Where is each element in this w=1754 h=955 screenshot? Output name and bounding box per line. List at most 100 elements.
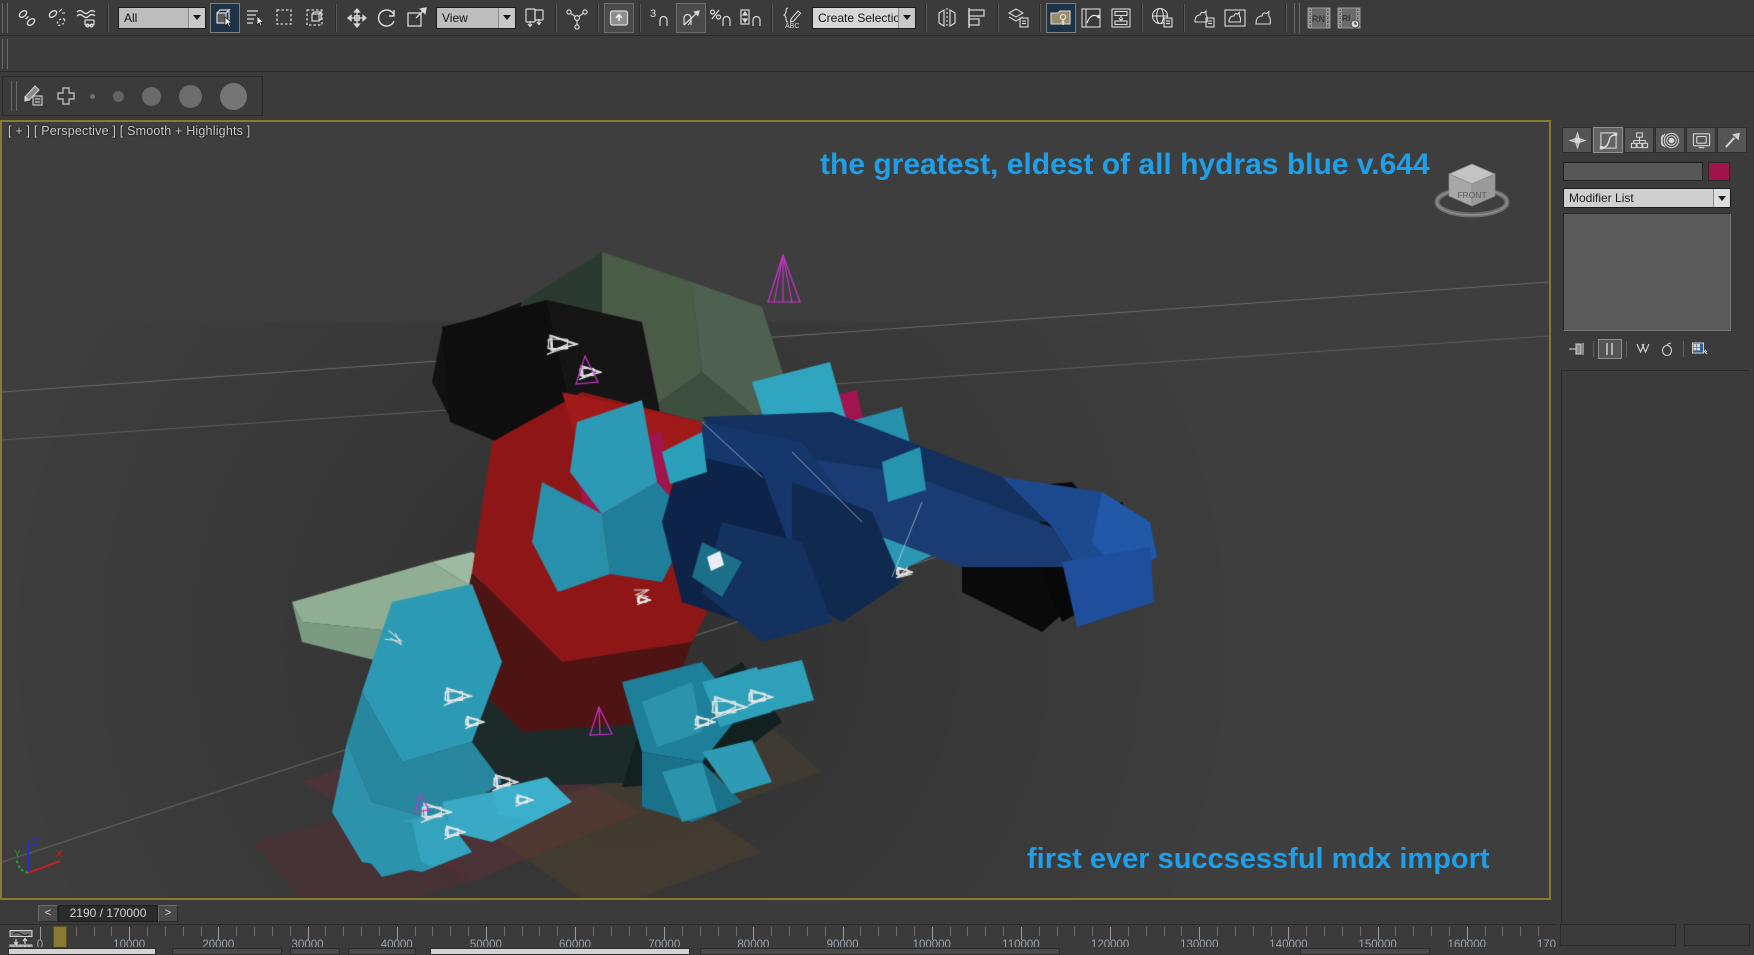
tab-hierarchy[interactable] bbox=[1624, 127, 1654, 153]
tab-create[interactable] bbox=[1562, 127, 1592, 153]
select-and-manipulate-icon[interactable] bbox=[562, 3, 592, 33]
chevron-down-icon[interactable] bbox=[188, 7, 205, 28]
snaps-toggle-3d-icon[interactable]: 3 bbox=[646, 3, 676, 33]
timeline-tick bbox=[1520, 927, 1522, 936]
brush-size-3[interactable] bbox=[142, 86, 161, 106]
remove-modifier-button[interactable] bbox=[1655, 339, 1679, 359]
toolbar-grip[interactable] bbox=[2, 2, 8, 33]
chevron-down-icon[interactable] bbox=[1713, 189, 1730, 207]
main-toolbar: All View 3 ABC Create Selection Se RN RI bbox=[0, 0, 1754, 36]
object-name-field[interactable] bbox=[1563, 162, 1703, 181]
timeline-tick bbox=[1431, 927, 1433, 936]
select-and-move-icon[interactable] bbox=[342, 3, 372, 33]
timeline-tick bbox=[1020, 927, 1022, 940]
viewcube[interactable]: FRONT bbox=[1427, 144, 1517, 229]
timeline-tick bbox=[735, 927, 737, 936]
mirror-icon[interactable] bbox=[932, 3, 962, 33]
command-panel-footer-right[interactable] bbox=[1684, 924, 1750, 946]
select-and-rotate-icon[interactable] bbox=[372, 3, 402, 33]
quick-render-icon[interactable] bbox=[1250, 3, 1280, 33]
viewport-label[interactable]: [ + ] [ Perspective ] [ Smooth + Highlig… bbox=[8, 124, 250, 138]
status-coordinate-z[interactable] bbox=[348, 948, 416, 955]
make-unique-button[interactable] bbox=[1631, 339, 1655, 359]
timeline-tick bbox=[1395, 927, 1397, 936]
timeline-tick bbox=[396, 927, 398, 940]
timeline-tick bbox=[806, 927, 808, 936]
animation-controls[interactable] bbox=[700, 948, 1060, 955]
timeline-tick bbox=[200, 927, 202, 936]
use-pivot-point-center-icon[interactable] bbox=[520, 3, 550, 33]
material-editor-icon[interactable] bbox=[1046, 2, 1076, 33]
curve-editor-icon[interactable] bbox=[1076, 3, 1106, 33]
tab-motion[interactable] bbox=[1655, 127, 1685, 153]
align-icon[interactable] bbox=[962, 3, 992, 33]
timeline-tick bbox=[485, 927, 487, 940]
current-frame-field[interactable]: 2190 / 170000 bbox=[58, 904, 158, 922]
paint-selection-region-icon[interactable] bbox=[21, 81, 51, 111]
next-frame-button[interactable]: > bbox=[158, 904, 178, 922]
brush-size-1[interactable] bbox=[90, 93, 95, 99]
modifier-stack-list[interactable] bbox=[1563, 213, 1731, 331]
toolbar-separator bbox=[771, 3, 773, 32]
toolbar-grip[interactable] bbox=[11, 81, 17, 111]
status-coordinate-y[interactable] bbox=[290, 948, 340, 955]
spinner-snap-toggle-icon[interactable] bbox=[736, 3, 766, 33]
viewport-navigation[interactable] bbox=[1300, 948, 1430, 955]
selection-filter-combo[interactable]: All bbox=[118, 6, 206, 29]
timeline-tick bbox=[325, 927, 327, 936]
layer-manager-icon[interactable] bbox=[1004, 3, 1034, 33]
tab-display[interactable] bbox=[1686, 127, 1716, 153]
command-panel-footer-left[interactable] bbox=[1560, 924, 1676, 946]
timeline-tick bbox=[575, 927, 577, 940]
keyboard-shortcut-override-icon[interactable] bbox=[604, 2, 634, 33]
toolbar-grip-right[interactable] bbox=[1294, 2, 1300, 33]
status-prompt-field[interactable] bbox=[8, 948, 156, 955]
select-by-name-icon[interactable] bbox=[240, 3, 270, 33]
show-end-result-button[interactable] bbox=[1598, 339, 1622, 359]
toolbar-grip[interactable] bbox=[2, 38, 8, 69]
modifier-list-combo[interactable]: Modifier List bbox=[1563, 188, 1731, 208]
reference-coordinate-system-combo[interactable]: View bbox=[436, 6, 516, 29]
brush-size-2[interactable] bbox=[113, 90, 124, 102]
toolbar-separator bbox=[1285, 3, 1287, 32]
brush-size-5[interactable] bbox=[220, 82, 247, 110]
render-iterative-icon[interactable]: RI bbox=[1334, 3, 1364, 33]
rendered-frame-window-icon[interactable] bbox=[1190, 3, 1220, 33]
select-and-link-icon[interactable] bbox=[12, 3, 42, 33]
unlink-selection-icon[interactable] bbox=[42, 3, 72, 33]
status-message-field[interactable] bbox=[430, 948, 690, 955]
select-and-scale-icon[interactable] bbox=[402, 3, 432, 33]
percent-snap-toggle-icon[interactable] bbox=[706, 3, 736, 33]
chevron-down-icon[interactable] bbox=[498, 7, 515, 28]
modifier-parameters-rollout bbox=[1561, 370, 1749, 940]
edit-named-selection-sets-icon[interactable]: ABC bbox=[778, 3, 808, 33]
configure-modifier-sets-button[interactable] bbox=[1688, 339, 1712, 359]
named-selection-sets-combo[interactable]: Create Selection Se bbox=[812, 6, 916, 29]
render-setup-icon[interactable] bbox=[1148, 3, 1178, 33]
bind-to-space-warp-icon[interactable] bbox=[72, 3, 102, 33]
tab-modify[interactable] bbox=[1593, 127, 1623, 153]
render-production-icon[interactable] bbox=[1220, 3, 1250, 33]
chevron-down-icon[interactable] bbox=[898, 7, 915, 28]
pin-stack-button[interactable] bbox=[1565, 339, 1589, 359]
status-coordinate-x[interactable] bbox=[172, 948, 282, 955]
timeline-tick bbox=[985, 927, 987, 936]
tab-utilities[interactable] bbox=[1717, 127, 1747, 153]
select-object-icon[interactable] bbox=[210, 2, 240, 33]
perspective-viewport[interactable]: [ + ] [ Perspective ] [ Smooth + Highlig… bbox=[0, 120, 1551, 900]
schematic-view-icon[interactable] bbox=[1106, 3, 1136, 33]
object-color-swatch[interactable] bbox=[1708, 162, 1730, 181]
timeline-tick bbox=[967, 927, 969, 936]
plus-icon[interactable] bbox=[51, 81, 81, 111]
timeline-tick bbox=[1127, 927, 1129, 936]
previous-frame-button[interactable]: < bbox=[38, 904, 58, 922]
timeline-tick bbox=[75, 927, 77, 936]
render-frame-icon[interactable]: RN bbox=[1304, 3, 1334, 33]
viewport-3d-scene[interactable] bbox=[2, 122, 1549, 898]
window-crossing-icon[interactable] bbox=[300, 3, 330, 33]
timeline-tick bbox=[1181, 927, 1183, 936]
toolbar-separator bbox=[1141, 3, 1143, 32]
angle-snap-toggle-icon[interactable] bbox=[676, 2, 706, 33]
rectangular-selection-region-icon[interactable] bbox=[270, 3, 300, 33]
brush-size-4[interactable] bbox=[179, 84, 202, 108]
